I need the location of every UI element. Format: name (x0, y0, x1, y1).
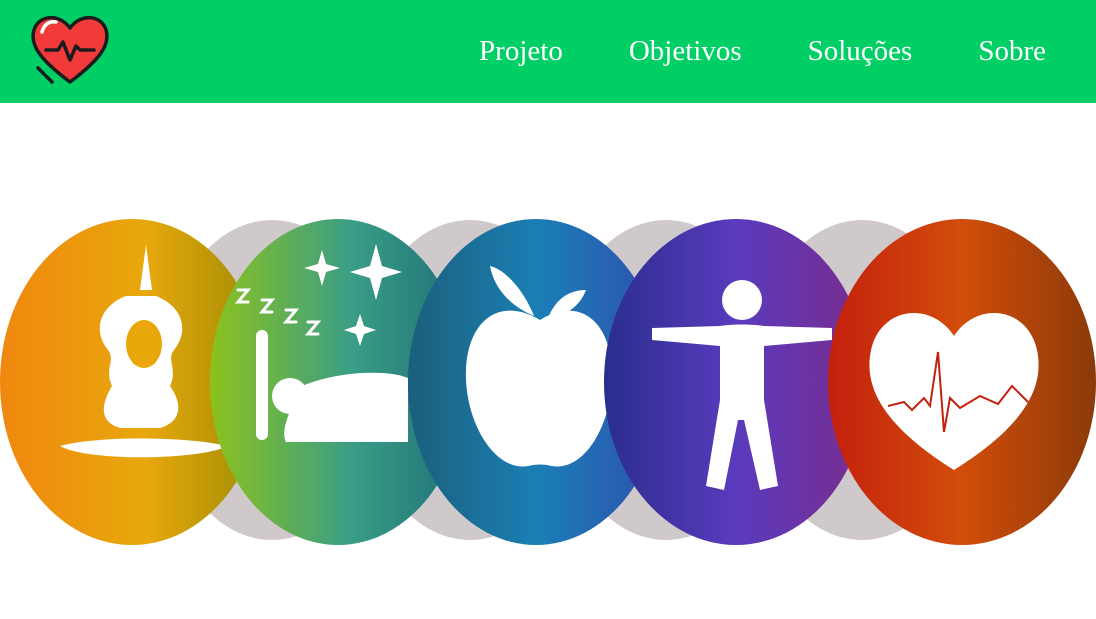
nav-link-sobre[interactable]: Sobre (978, 35, 1046, 68)
top-navbar: Projeto Objetivos Soluções Sobre (0, 0, 1096, 103)
nav-link-objetivos[interactable]: Objetivos (629, 35, 742, 68)
heart-cardio-icon (828, 219, 1096, 545)
health-hero-illustration (0, 219, 1096, 545)
nav-link-solucoes[interactable]: Soluções (808, 35, 913, 68)
nav-link-projeto[interactable]: Projeto (479, 35, 563, 68)
main-nav: Projeto Objetivos Soluções Sobre (479, 0, 1046, 103)
heart-pulse-icon[interactable] (28, 10, 112, 90)
